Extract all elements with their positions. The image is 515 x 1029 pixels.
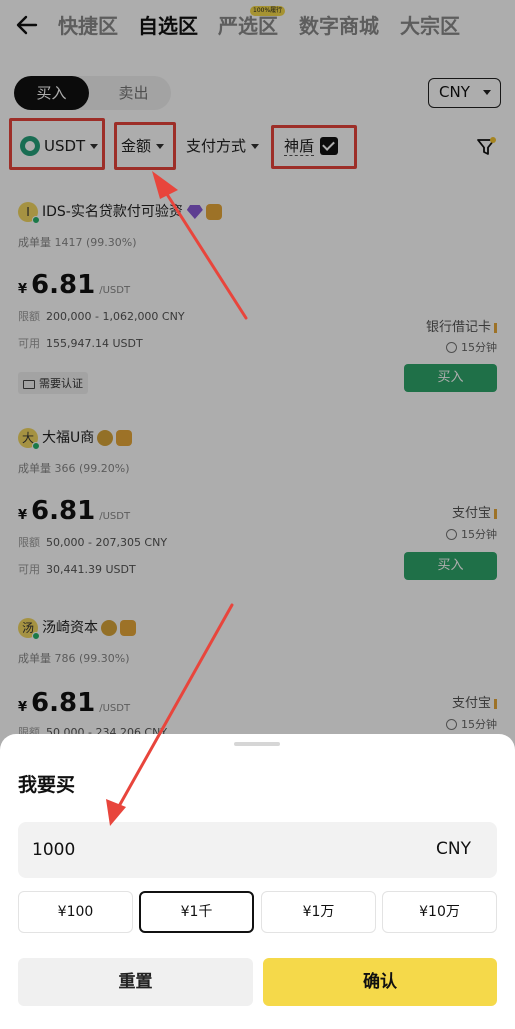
quick-amount-100[interactable]: ¥100 <box>18 891 133 933</box>
quick-amount-100k[interactable]: ¥10万 <box>382 891 497 933</box>
quick-amount-10k[interactable]: ¥1万 <box>261 891 376 933</box>
reset-button[interactable]: 重置 <box>18 958 253 1006</box>
confirm-button[interactable]: 确认 <box>263 958 497 1006</box>
quick-amount-1k[interactable]: ¥1千 <box>139 891 254 933</box>
p2p-page: 快捷区 自选区 严选区 100%履行 数字商城 大宗区 买入 卖出 CNY US… <box>0 0 515 1029</box>
amount-input[interactable] <box>32 822 412 878</box>
drag-handle[interactable] <box>234 742 280 746</box>
amount-bottom-sheet: 我要买 CNY ¥100 ¥1千 ¥1万 ¥10万 重置 确认 <box>0 734 515 1029</box>
amount-field-box: CNY <box>18 822 497 878</box>
amount-currency: CNY <box>436 839 471 859</box>
sheet-title: 我要买 <box>18 774 76 796</box>
